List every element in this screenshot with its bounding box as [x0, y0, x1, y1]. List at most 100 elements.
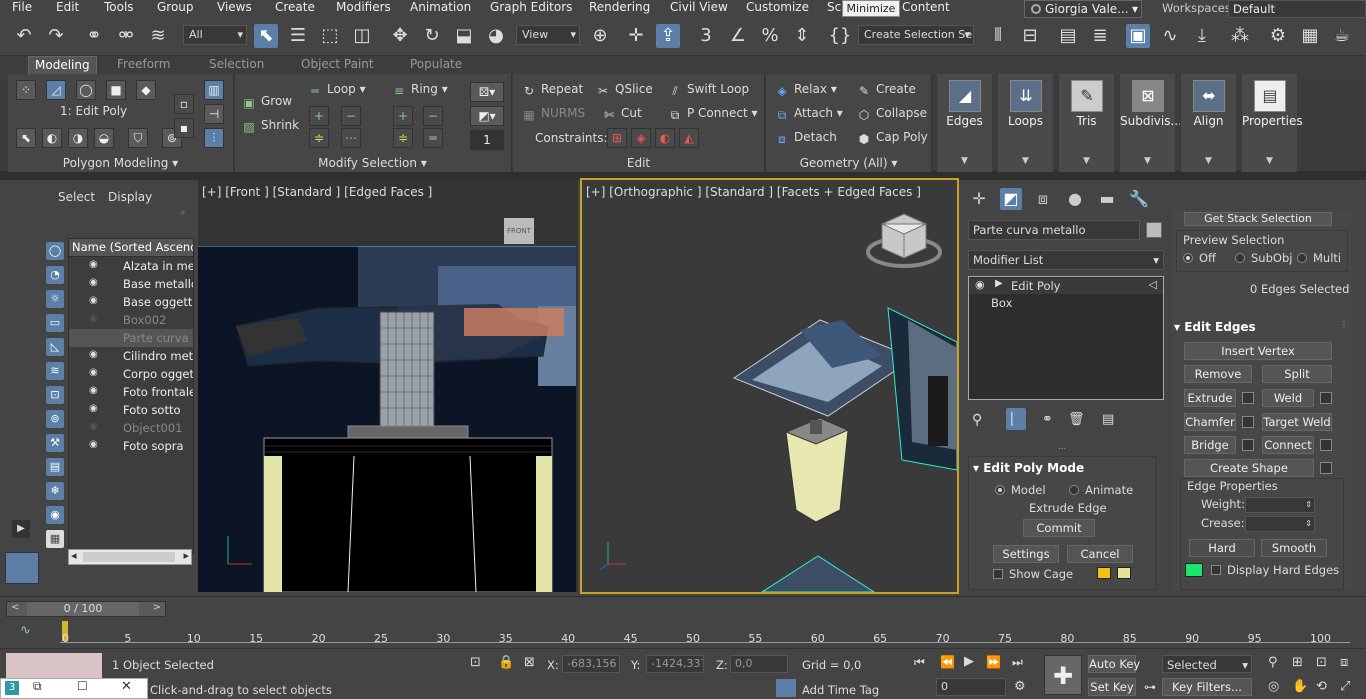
ring-mode-icon[interactable]: ≑: [393, 128, 413, 148]
filter-all-icon[interactable]: ▦: [46, 530, 64, 548]
loop-button[interactable]: ═ Loop ▾: [307, 82, 365, 98]
soft-selection-icon[interactable]: ◩▾: [470, 106, 504, 126]
reference-coord-dropdown[interactable]: View ▾: [516, 25, 580, 45]
menu-group[interactable]: Group: [157, 0, 194, 15]
filter-frozen-icon[interactable]: ❄: [46, 482, 64, 500]
align-button[interactable]: ⬌ Align ▼: [1180, 74, 1236, 172]
tab-selection[interactable]: Selection: [209, 56, 264, 74]
menu-tools[interactable]: Tools: [104, 0, 134, 15]
z-coordinate-field[interactable]: 0,0: [730, 655, 788, 673]
move-icon[interactable]: ✥: [388, 24, 412, 48]
create-shape-settings-icon[interactable]: [1320, 462, 1332, 474]
key-filter-icon[interactable]: ⊶: [1144, 680, 1156, 694]
constraint-normal-icon[interactable]: ◭: [679, 128, 699, 148]
minimized-window[interactable]: 3 ⧉ ☐ ✕: [0, 678, 148, 699]
menu-modifiers[interactable]: Modifiers: [336, 0, 391, 15]
weight-spinner[interactable]: ⇕: [1245, 497, 1315, 513]
maximize-viewport-icon[interactable]: ⤢: [1340, 679, 1350, 694]
border-mode-icon[interactable]: ◯: [76, 80, 96, 100]
polygon-mode-icon[interactable]: ■: [106, 80, 126, 100]
curve-editor-icon[interactable]: ∿: [1158, 24, 1182, 48]
restore-icon[interactable]: ⧉: [33, 679, 42, 694]
named-selection-dropdown[interactable]: Create Selection Se ▾: [858, 25, 974, 45]
menu-content[interactable]: Content: [902, 0, 950, 15]
stack-view-icon[interactable]: ⫶: [204, 128, 224, 148]
spinner-icon[interactable]: ⇕: [1305, 517, 1312, 531]
filter-shapes-icon[interactable]: ◔: [46, 266, 64, 284]
display-hard-edges-checkbox[interactable]: Display Hard Edges: [1211, 563, 1339, 577]
loop-shrink-icon[interactable]: −: [341, 106, 361, 126]
nurms-button[interactable]: ▦ NURMS: [521, 106, 585, 122]
make-unique-icon[interactable]: ⚭: [1042, 412, 1053, 427]
expand-arrow-icon[interactable]: ▶: [995, 278, 1003, 289]
stack-lock-icon[interactable]: ⊣: [204, 104, 224, 124]
filter-groups-icon[interactable]: ⊡: [46, 386, 64, 404]
time-tag-icon[interactable]: [776, 679, 796, 697]
set-key-button[interactable]: Set Key: [1088, 678, 1136, 696]
vertex-mode-icon[interactable]: ⁘: [16, 80, 36, 100]
rendered-frame-icon[interactable]: ▦: [1298, 24, 1322, 48]
subdivision-button[interactable]: ⊠ Subdivis... ▼: [1119, 74, 1182, 172]
angle-snap-icon[interactable]: ∠: [726, 24, 750, 48]
pin-stack-icon[interactable]: ⚲: [972, 412, 982, 428]
explorer-horizontal-scrollbar[interactable]: ◂ ▸: [68, 549, 192, 565]
ring-shrink-icon[interactable]: −: [423, 106, 443, 126]
layer-explorer-icon[interactable]: ≣: [1088, 24, 1112, 48]
loops-button[interactable]: ⇊ Loops ▼: [997, 74, 1053, 172]
cut-button[interactable]: ✄ Cut: [601, 106, 642, 122]
preview-off-radio[interactable]: Off: [1183, 251, 1216, 265]
commit-button[interactable]: Commit: [1023, 519, 1095, 537]
scale-icon[interactable]: ⬓: [452, 24, 476, 48]
extrude-button[interactable]: Extrude: [1184, 389, 1236, 407]
align-icon[interactable]: ⊟: [1018, 24, 1042, 48]
viewport-orthographic[interactable]: [+] [Orthographic ] [Standard ] [Facets …: [580, 178, 959, 594]
next-key-icon[interactable]: ⏩: [986, 655, 1001, 669]
bridge-button[interactable]: Bridge: [1184, 436, 1236, 454]
menu-customize[interactable]: Customize: [746, 0, 809, 15]
play-icon[interactable]: ▶: [964, 654, 974, 669]
insert-vertex-button[interactable]: Insert Vertex: [1184, 342, 1332, 360]
link-icon[interactable]: ⚭: [82, 24, 106, 48]
qslice-button[interactable]: ✂ QSlice: [595, 82, 653, 98]
unlink-icon[interactable]: ⚮: [114, 24, 138, 48]
cap-poly-button[interactable]: ⬢ Cap Poly: [856, 130, 928, 146]
tab-object-paint[interactable]: Object Paint: [301, 56, 374, 74]
polygon-modeling-title[interactable]: Polygon Modeling ▾: [8, 156, 233, 170]
element-mode-icon[interactable]: ◆: [136, 80, 156, 100]
scroll-right-icon[interactable]: ▸: [183, 549, 189, 562]
x-coordinate-field[interactable]: -683,156: [562, 655, 620, 673]
spinner-snap-icon[interactable]: ⇕: [790, 24, 814, 48]
mini-curve-editor-icon[interactable]: ∿: [20, 623, 31, 638]
collapse-stack-icon[interactable]: ◒: [94, 128, 114, 148]
selection-lock-icon[interactable]: 🔒: [498, 655, 514, 670]
step-spinner[interactable]: 1: [470, 130, 504, 150]
explorer-column-header[interactable]: Name (Sorted Ascending): [69, 239, 193, 257]
absolute-mode-icon[interactable]: ⊠: [524, 655, 535, 670]
menu-create[interactable]: Create: [275, 0, 315, 15]
viewport-layout-icon[interactable]: [5, 552, 39, 584]
maxscript-listener[interactable]: [6, 653, 102, 679]
ring-button[interactable]: ≡ Ring ▾: [391, 82, 448, 98]
close-icon[interactable]: ✕: [121, 679, 132, 694]
mirror-icon[interactable]: ⫴: [986, 24, 1010, 48]
edit-edges-header[interactable]: ▾ Edit Edges: [1174, 320, 1256, 334]
extrude-settings-icon[interactable]: [1242, 392, 1254, 404]
properties-button[interactable]: ▤ Properties ▼: [1241, 74, 1303, 172]
remove-modifier-icon[interactable]: 🗑: [1068, 412, 1085, 427]
time-slider[interactable]: < 0 / 100 >: [6, 601, 166, 617]
window-crossing-icon[interactable]: ◫: [350, 24, 374, 48]
preview-subobj-radio[interactable]: SubObj: [1235, 251, 1292, 265]
scroll-thumb[interactable]: [83, 552, 175, 562]
visibility-eye-icon[interactable]: ◉: [89, 296, 103, 306]
resize-handle[interactable]: ⋯: [1058, 444, 1066, 453]
filter-geometry-icon[interactable]: ◯: [46, 242, 64, 260]
explorer-tab-display[interactable]: Display: [108, 190, 152, 204]
repeat-button[interactable]: ↻ Repeat: [521, 82, 583, 98]
pan-icon[interactable]: ✋: [1292, 679, 1308, 694]
tab-modeling[interactable]: Modeling: [28, 56, 97, 74]
go-to-end-icon[interactable]: ⏭: [1012, 655, 1023, 670]
utilities-tab-icon[interactable]: 🔧: [1128, 188, 1150, 210]
orbit-icon[interactable]: ⟲: [1316, 679, 1327, 694]
remove-button[interactable]: Remove: [1184, 365, 1252, 383]
crease-spinner[interactable]: ⇕: [1245, 516, 1315, 532]
